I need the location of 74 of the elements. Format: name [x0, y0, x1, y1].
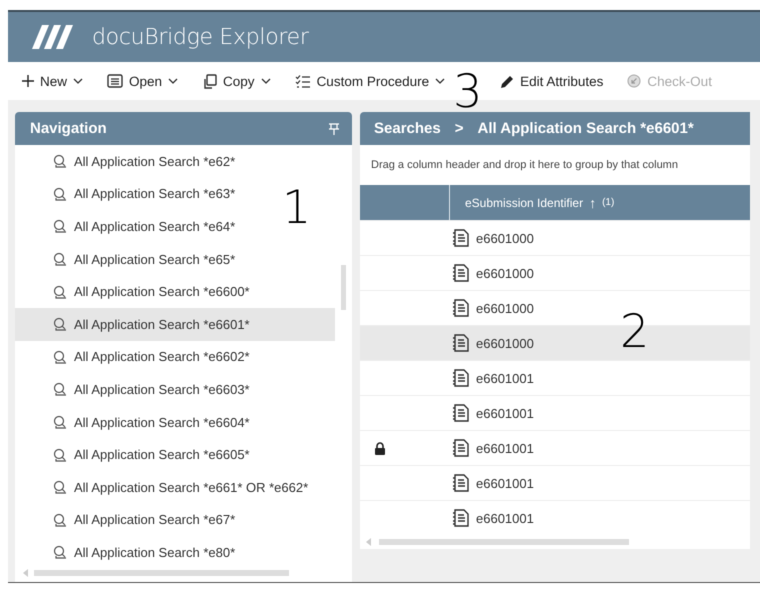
check-out-icon — [627, 74, 642, 88]
dropdown-button[interactable]: Copy — [194, 70, 279, 92]
saved-search-icon — [53, 382, 67, 396]
table-row[interactable]: e6601001 — [360, 395, 750, 430]
document-list-icon — [452, 439, 470, 457]
document-list-icon — [452, 264, 470, 282]
navigation-item[interactable]: All Application Search *e6601* — [15, 308, 335, 341]
annotation-number: 1 — [282, 184, 312, 230]
table-cell: e6601000 — [476, 336, 534, 350]
saved-search-icon — [53, 154, 67, 168]
navigation-item[interactable]: All Application Search *e661* OR *e662* — [15, 470, 314, 504]
pencil-icon — [499, 74, 514, 88]
table-cell: e6601001 — [476, 440, 534, 456]
document-list-icon — [452, 369, 470, 387]
navigation-item[interactable]: All Application Search *e64* — [15, 210, 242, 243]
document-list-icon — [452, 229, 470, 247]
saved-search-icon — [53, 512, 67, 527]
group-hint: Drag a column header and drop it here to group by that column — [371, 159, 678, 171]
document-list-icon — [452, 474, 470, 492]
table-row[interactable]: e6601000 — [360, 220, 750, 255]
navigation-item[interactable]: All Application Search *e62* — [15, 145, 242, 178]
plus-icon — [22, 75, 34, 87]
app-title: docuBridge Explorer — [92, 24, 309, 50]
navigation-item[interactable]: All Application Search *e6602* — [15, 340, 256, 374]
navigation-header: Navigation — [15, 112, 352, 145]
navigation-item[interactable]: All Application Search *e67* — [15, 504, 242, 536]
dropdown-button[interactable]: Open — [99, 70, 186, 92]
table-cell: e6601001 — [476, 406, 534, 420]
table-cell: e6601001 — [476, 370, 534, 386]
saved-search-icon — [53, 219, 67, 234]
scroll-left-icon — [366, 538, 371, 546]
navigation-item[interactable]: All Application Search *e80* — [15, 536, 242, 564]
pin-icon — [328, 122, 340, 134]
table-cell: e6601000 — [476, 300, 534, 316]
table-cell: e6601000 — [476, 230, 534, 246]
navigation-item[interactable]: All Application Search *e65* — [15, 242, 242, 276]
table-cell: e6601001 — [476, 476, 534, 490]
copy-icon — [202, 74, 218, 88]
saved-search-icon — [53, 448, 67, 462]
saved-search-icon — [53, 252, 67, 266]
navigation-item[interactable]: All Application Search *e6605* — [15, 438, 256, 471]
navigation-item[interactable]: All Application Search *e6603* — [15, 373, 256, 406]
navigation-item[interactable]: All Application Search *e63* — [15, 178, 242, 210]
breadcrumb-item[interactable]: All Application Search *e6601* — [477, 120, 694, 137]
saved-search-icon — [53, 350, 67, 364]
saved-search-icon — [53, 415, 67, 430]
saved-search-icon — [53, 284, 67, 299]
annotation-number: 3 — [453, 68, 482, 114]
saved-search-icon — [53, 317, 67, 332]
table-row[interactable]: e6601001 — [360, 500, 750, 535]
saved-search-icon — [53, 480, 67, 494]
breadcrumb-separator: > — [454, 120, 464, 137]
table-row[interactable]: e6601001 — [360, 360, 750, 395]
scrollbar-thumb — [341, 265, 346, 310]
document-list-icon — [452, 509, 470, 527]
list-window-icon — [107, 74, 124, 88]
dropdown-button[interactable]: Custom Procedure — [286, 70, 454, 92]
toolbar-button[interactable]: Edit Attributes — [491, 70, 612, 92]
table-cell: e6601001 — [476, 510, 534, 526]
table-cell: e6601000 — [476, 266, 534, 280]
scroll-left-icon — [23, 569, 28, 577]
table-row[interactable]: e6601001 — [360, 465, 750, 500]
table-row[interactable]: e6601000 — [360, 255, 750, 290]
document-list-icon — [452, 404, 470, 422]
document-list-icon — [452, 299, 470, 317]
table-row[interactable]: e6601001 — [360, 430, 750, 465]
checklist-icon — [294, 74, 311, 88]
breadcrumb-item[interactable]: Searches — [374, 120, 441, 137]
navigation-item[interactable]: All Application Search *e6600* — [15, 275, 256, 308]
dropdown-button[interactable]: New — [14, 70, 92, 92]
navigation-item[interactable]: All Application Search *e6604* — [15, 406, 256, 438]
saved-search-icon — [53, 186, 67, 201]
document-list-icon — [452, 334, 470, 352]
saved-search-icon — [53, 545, 67, 560]
